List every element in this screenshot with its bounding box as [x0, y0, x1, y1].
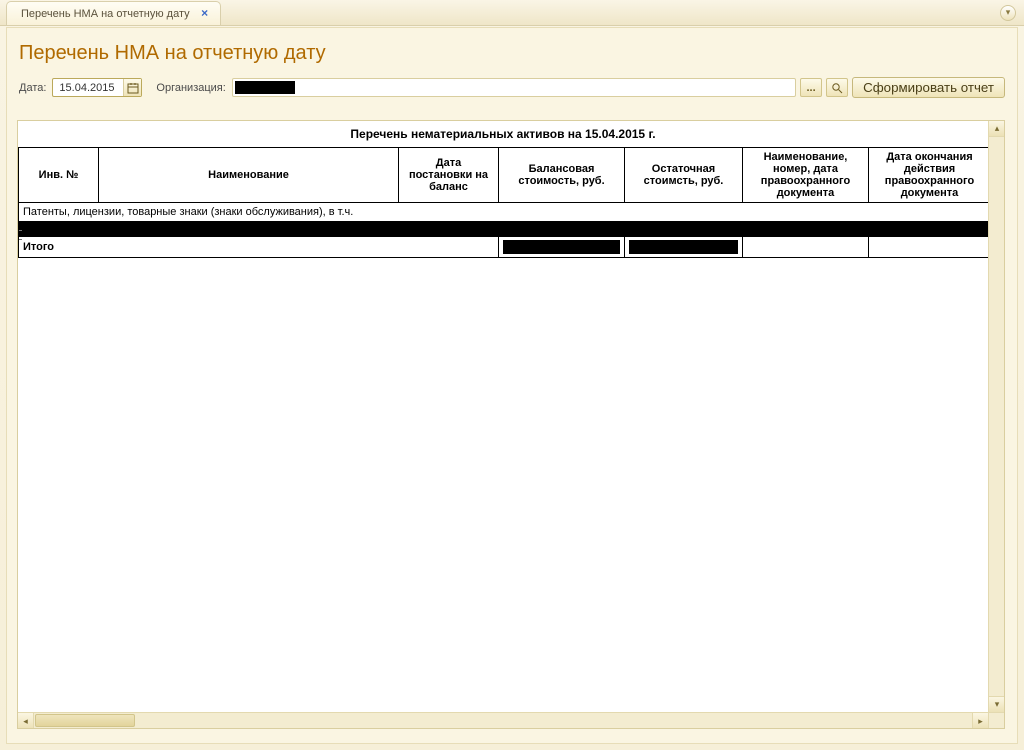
scroll-thumb[interactable] [35, 714, 135, 727]
category-row[interactable]: Патенты, лицензии, товарные знаки (знаки… [19, 203, 989, 222]
org-input[interactable] [233, 79, 795, 96]
col-inv: Инв. № [19, 148, 99, 203]
close-icon[interactable]: × [198, 7, 212, 21]
col-balance-cost: Балансовая стоимость, руб. [499, 148, 625, 203]
page-title: Перечень НМА на отчетную дату [7, 28, 1017, 77]
page: Перечень НМА на отчетную дату Дата: Орга… [6, 27, 1018, 744]
chevron-left-icon: ◂ [23, 716, 28, 727]
calendar-button[interactable] [123, 79, 141, 96]
date-input[interactable] [57, 79, 123, 96]
report-canvas[interactable]: Перечень нематериальных активов на 15.04… [18, 121, 988, 712]
chevron-up-icon: ▴ [995, 123, 1000, 134]
redacted-total-residual [629, 240, 738, 254]
scrollbar-vertical[interactable]: ▴ ▾ [988, 121, 1004, 712]
scroll-left-button[interactable]: ◂ [18, 713, 34, 729]
date-field[interactable] [52, 78, 142, 97]
filter-bar: Дата: Организация: ... [7, 77, 1017, 106]
report-area: Перечень нематериальных активов на 15.04… [17, 120, 1005, 729]
tab-report[interactable]: Перечень НМА на отчетную дату × [6, 1, 221, 25]
chevron-down-icon: ▾ [1006, 7, 1011, 18]
date-label: Дата: [19, 82, 46, 94]
chevron-down-icon: ▾ [995, 699, 1000, 710]
redacted-org [235, 81, 295, 94]
table-header-row: Инв. № Наименование Дата постановки на б… [19, 148, 989, 203]
col-doc: Наименование, номер, дата правоохранного… [743, 148, 869, 203]
total-row[interactable]: Итого [19, 237, 989, 258]
redacted-bar [19, 222, 988, 236]
calendar-icon [127, 82, 139, 94]
category-cell: Патенты, лицензии, товарные знаки (знаки… [19, 203, 989, 222]
org-label: Организация: [156, 82, 225, 94]
report-table: Инв. № Наименование Дата постановки на б… [18, 147, 988, 258]
tab-strip: Перечень НМА на отчетную дату × ▾ [0, 0, 1024, 26]
org-search-button[interactable] [826, 78, 848, 97]
total-label: Итого [19, 237, 499, 258]
org-field[interactable] [232, 78, 796, 97]
col-name: Наименование [99, 148, 399, 203]
tab-label: Перечень НМА на отчетную дату [21, 8, 190, 20]
scrollbar-corner [988, 712, 1004, 728]
chevron-right-icon: ▸ [978, 716, 983, 727]
col-date-on-balance: Дата постановки на баланс [399, 148, 499, 203]
col-residual-cost: Остаточная стоимсть, руб. [625, 148, 743, 203]
scroll-up-button[interactable]: ▴ [989, 121, 1005, 137]
generate-report-button[interactable]: Сформировать отчет [852, 77, 1005, 98]
search-icon [831, 82, 843, 94]
redacted-total-balance [503, 240, 620, 254]
data-row-redacted[interactable] [19, 222, 989, 237]
tabstrip-menu-button[interactable]: ▾ [1000, 5, 1016, 21]
report-title: Перечень нематериальных активов на 15.04… [18, 121, 988, 147]
scroll-right-button[interactable]: ▸ [972, 713, 988, 729]
scrollbar-horizontal[interactable]: ◂ ▸ [18, 712, 988, 728]
ellipsis-icon: ... [807, 82, 816, 94]
col-doc-end: Дата окончания действия правоохранного д… [869, 148, 989, 203]
row-cursor [19, 230, 22, 240]
scroll-down-button[interactable]: ▾ [989, 696, 1005, 712]
org-picker-button[interactable]: ... [800, 78, 822, 97]
org-field-wrap: ... [232, 78, 848, 97]
